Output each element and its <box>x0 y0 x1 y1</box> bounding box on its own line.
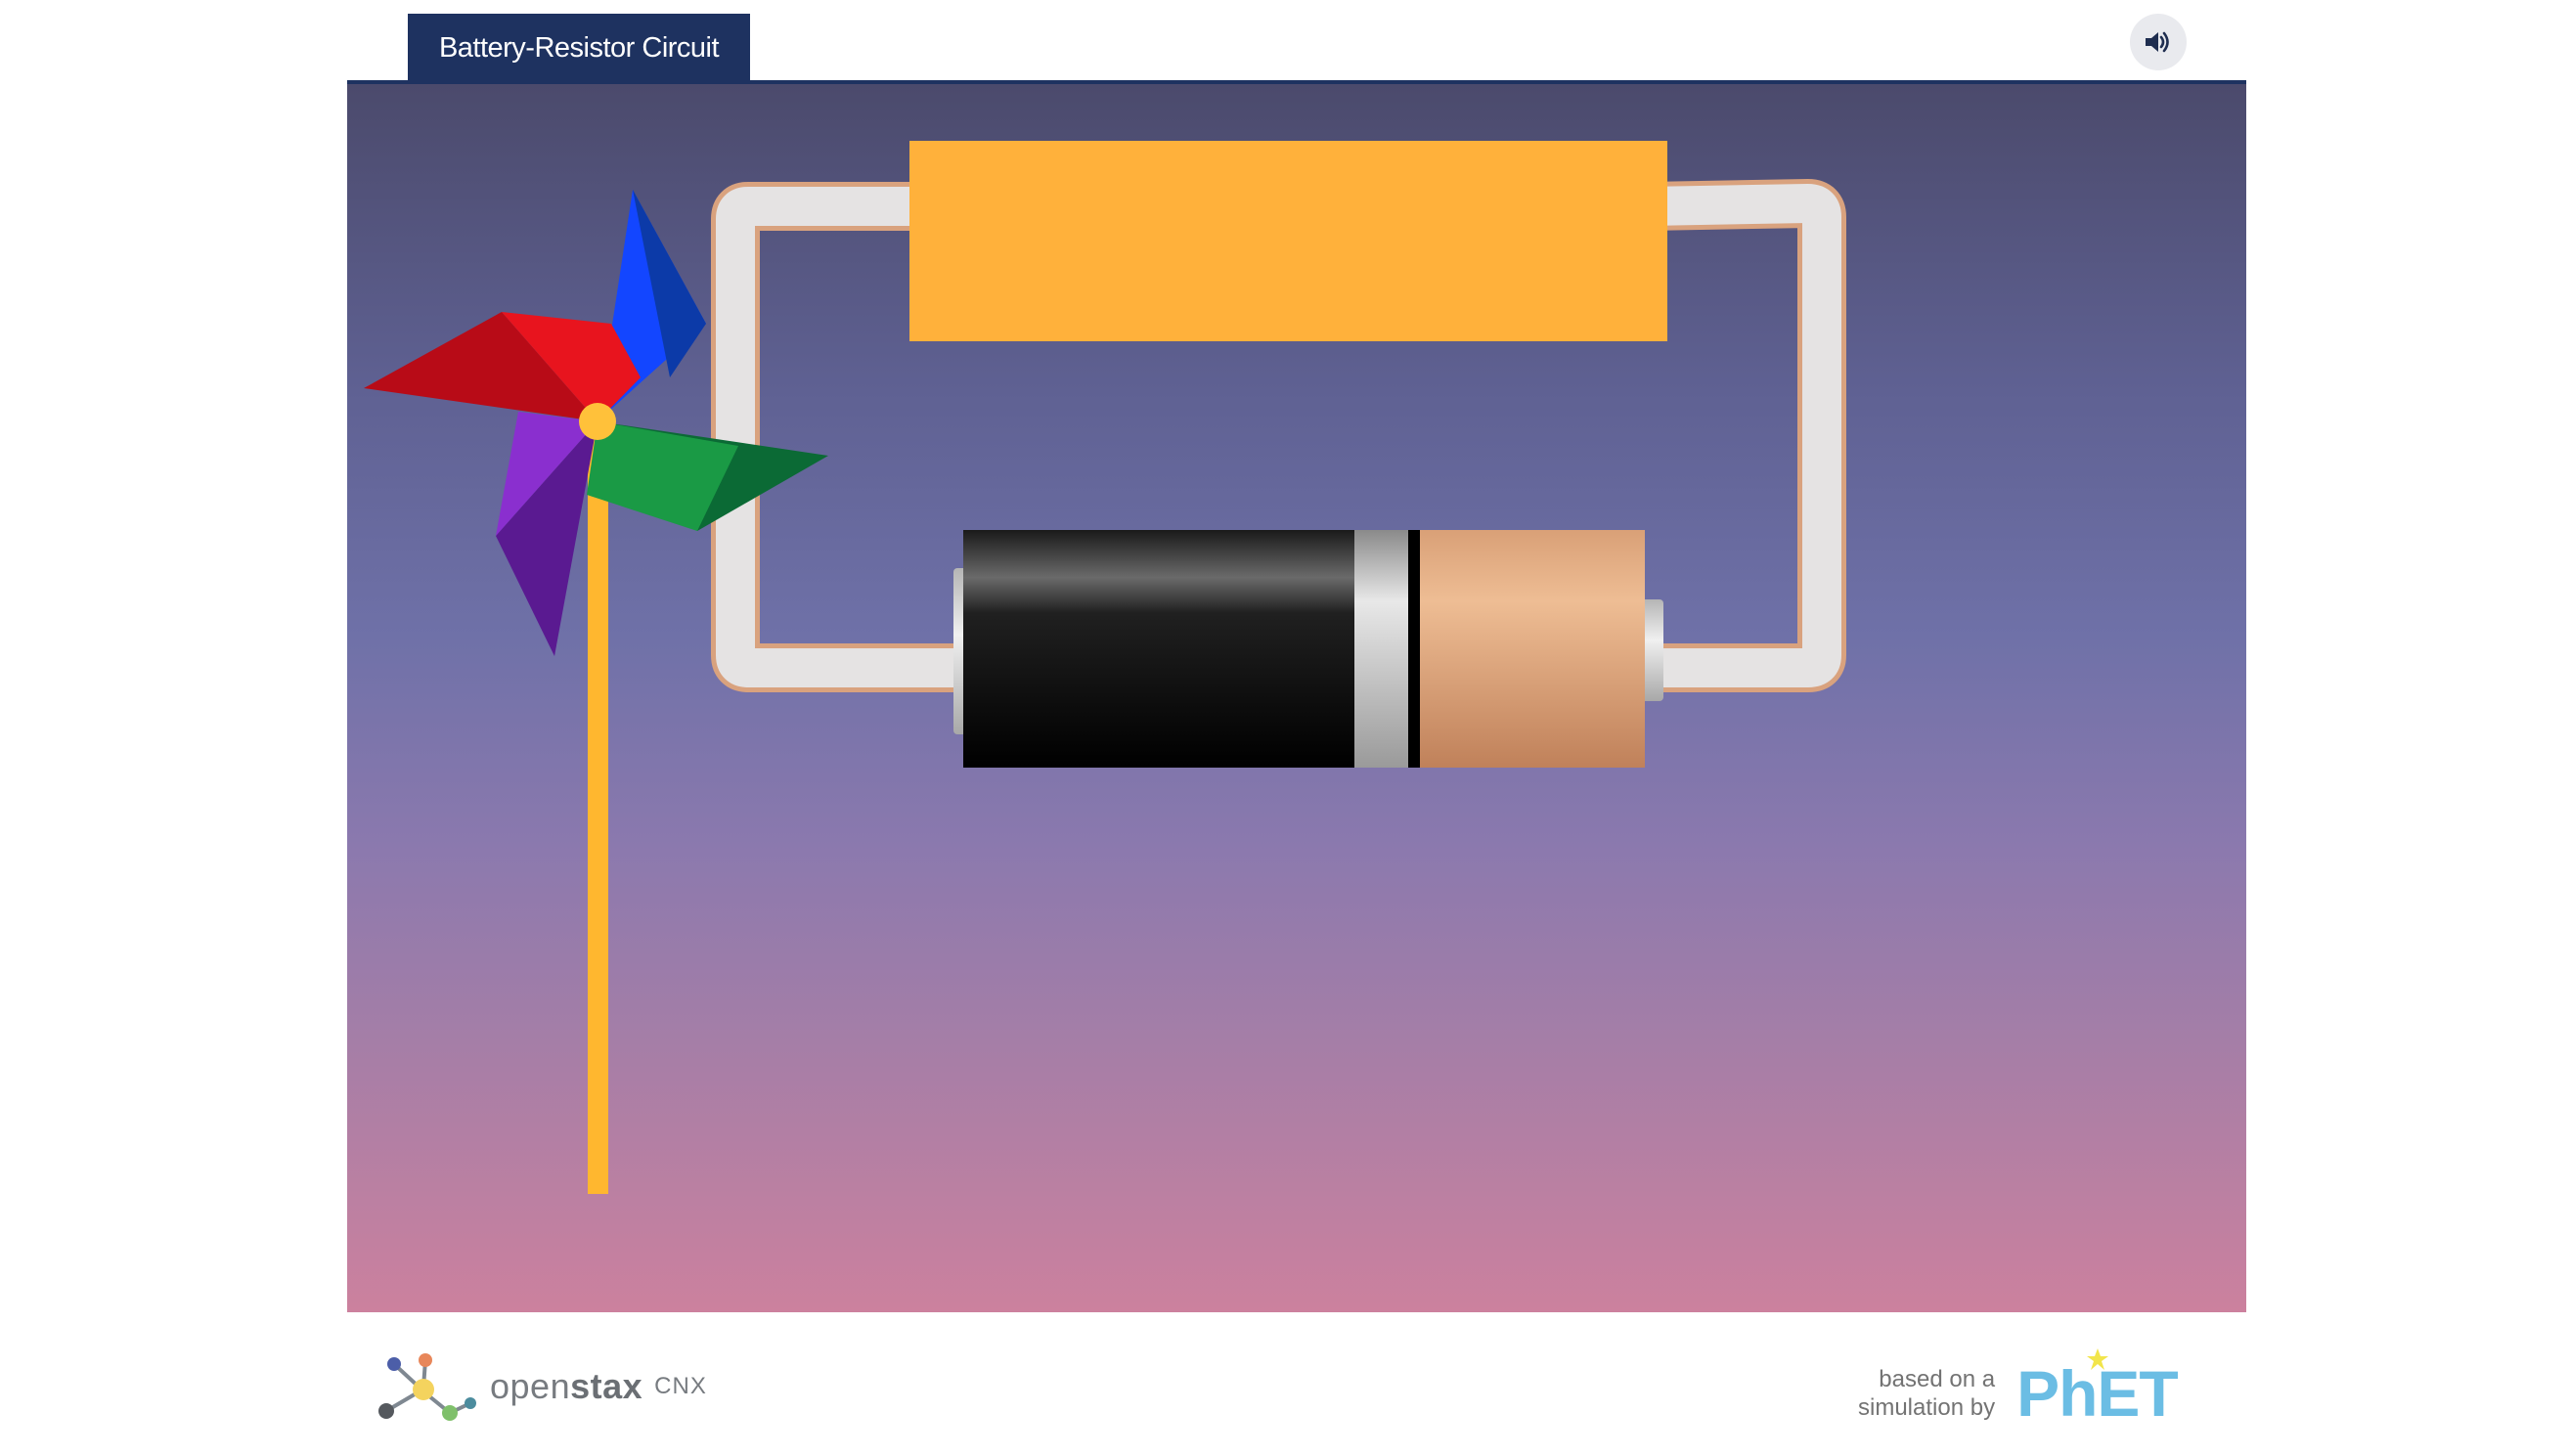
openstax-wordmark: openstax <box>490 1366 642 1407</box>
cnx-label: CNX <box>654 1373 707 1399</box>
phet-star-icon <box>2087 1348 2109 1370</box>
based-on-line1: based on a <box>1879 1366 1996 1392</box>
based-on-line2: simulation by <box>1858 1394 1996 1421</box>
sound-toggle-button[interactable] <box>2130 14 2187 70</box>
pinwheel-hub <box>579 403 616 440</box>
openstax-prefix: open <box>490 1366 571 1406</box>
resistor <box>909 141 1667 341</box>
openstax-bold: stax <box>570 1366 643 1406</box>
simulation-stage[interactable] <box>347 84 2246 1312</box>
sim-page: Battery-Resistor Circuit openstax CNX ba… <box>0 0 2568 1456</box>
phet-credit[interactable]: based on a simulation by PhET <box>1858 1348 2179 1433</box>
openstax-logo[interactable]: openstax CNX <box>376 1347 707 1426</box>
battery <box>953 530 1663 768</box>
based-on-text: based on a simulation by <box>1858 1365 1995 1422</box>
sim-title: Battery-Resistor Circuit <box>438 31 720 64</box>
circuit-scene <box>364 141 1846 1194</box>
sim-title-tab: Battery-Resistor Circuit <box>408 14 750 82</box>
phet-logo: PhET <box>2016 1348 2179 1431</box>
openstax-molecule-icon <box>378 1353 476 1421</box>
speaker-icon <box>2146 31 2169 53</box>
pinwheel-stick <box>588 421 608 1194</box>
